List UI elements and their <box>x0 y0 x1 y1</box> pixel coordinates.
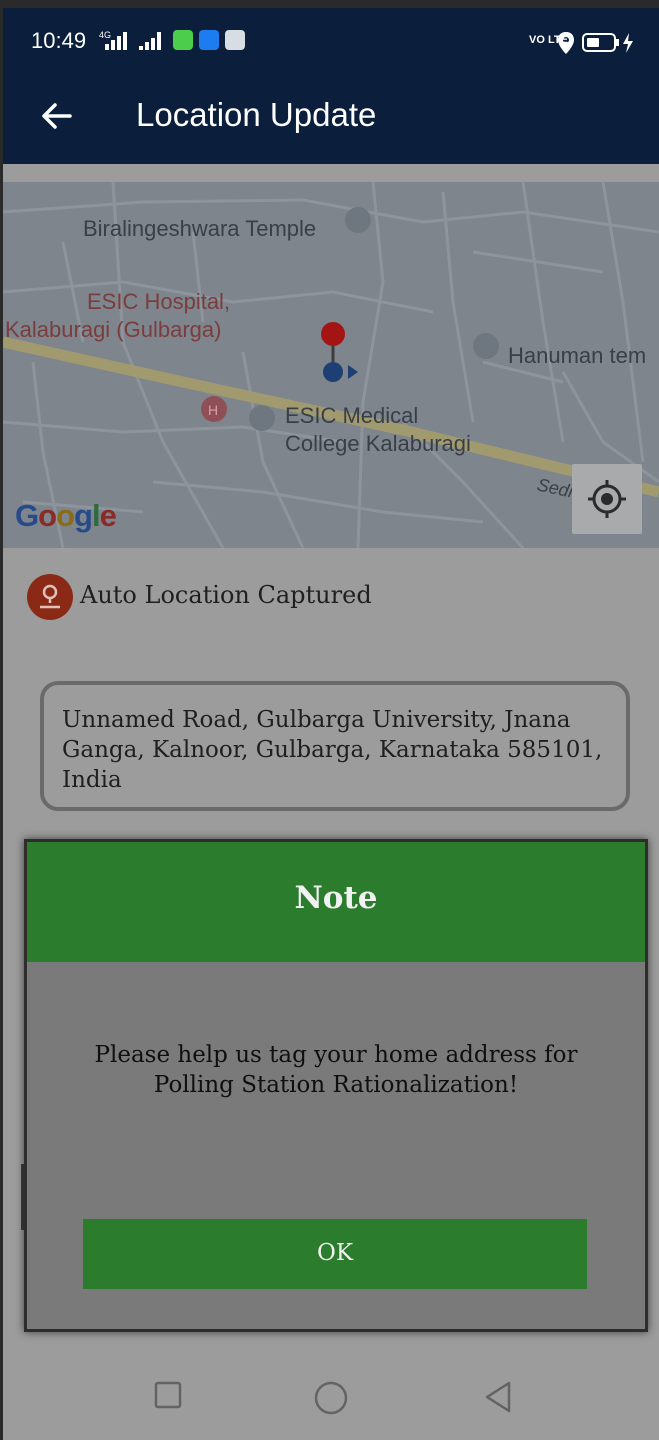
arrow-left-icon[interactable] <box>37 96 77 136</box>
status-bar: 10:49 4G VO LTE <box>3 8 659 78</box>
map-label-hospital-line2: Kalaburagi (Gulbarga) <box>5 317 222 342</box>
hanuman-poi-icon <box>473 333 499 359</box>
map-label-college-line2: College Kalaburagi <box>285 431 471 456</box>
shield-app-icon <box>199 30 219 50</box>
current-position-dot <box>323 362 343 382</box>
chat-app-icon <box>173 30 193 50</box>
signal-icon <box>137 30 167 50</box>
address-text: Unnamed Road, Gulbarga University, Jnana… <box>62 707 603 793</box>
dialog-header: Note <box>27 842 645 962</box>
screen: 10:49 4G VO LTE Location Update H Birali… <box>3 8 659 1440</box>
map-label-hospital-line1: ESIC Hospital, <box>87 289 231 314</box>
map-label-college-line1: ESIC Medical <box>285 403 419 428</box>
crosshair-icon <box>588 480 626 518</box>
triangle-back-icon[interactable] <box>481 1380 515 1414</box>
circle-icon[interactable] <box>313 1380 349 1416</box>
map-label-hanuman: Hanuman tem <box>508 343 647 368</box>
status-right-icons: VO LTE <box>529 32 633 54</box>
signal-icon <box>101 30 131 50</box>
svg-text:H: H <box>208 402 218 418</box>
address-field[interactable]: Unnamed Road, Gulbarga University, Jnana… <box>40 681 630 811</box>
gallery-app-icon <box>225 30 245 50</box>
status-time: 10:49 <box>31 28 87 53</box>
app-bar: Location Update <box>3 78 659 164</box>
ok-button[interactable]: OK <box>83 1219 587 1289</box>
square-icon[interactable] <box>153 1380 183 1410</box>
page-title: Location Update <box>136 96 377 133</box>
google-logo: Google <box>15 498 117 533</box>
status-right: VO LTE <box>527 30 639 54</box>
location-icon <box>558 32 574 54</box>
auto-location-label: Auto Location Captured <box>80 581 372 609</box>
location-person-icon <box>27 574 73 620</box>
college-poi-icon <box>249 405 275 431</box>
map-marker-icon <box>321 322 345 346</box>
charging-icon <box>623 33 633 53</box>
dialog-title: Note <box>294 880 378 916</box>
my-location-button[interactable] <box>572 464 642 534</box>
dialog-message: Please help us tag your home address for… <box>94 1042 578 1098</box>
note-dialog: Note Please help us tag your home addres… <box>24 839 648 1332</box>
map-label-temple: Biralingeshwara Temple <box>83 216 317 241</box>
map-view[interactable]: H Biralingeshwara Temple ESIC Hospital, … <box>3 182 659 548</box>
ok-button-label: OK <box>316 1240 354 1266</box>
temple-poi-icon <box>345 207 371 233</box>
